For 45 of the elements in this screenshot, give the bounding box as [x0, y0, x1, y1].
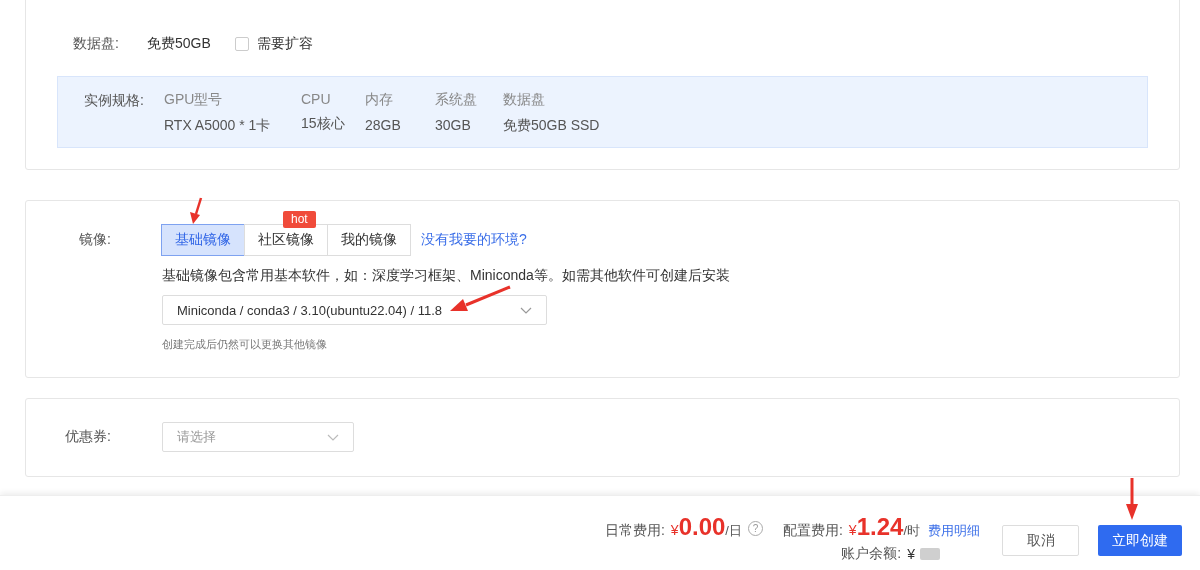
image-tab[interactable]: 社区镜像 [244, 224, 328, 256]
annotation-arrow [1126, 478, 1138, 520]
currency-sign: ¥ [907, 546, 915, 562]
help-link[interactable]: 没有我要的环境? [421, 231, 527, 249]
price-amount: 0.00 [678, 513, 726, 541]
disk-size: 免费50GB [147, 35, 211, 53]
field-label: 优惠券: [64, 428, 111, 446]
chevron-icon [327, 433, 339, 441]
spec-value: 免费50GB SSD [503, 117, 600, 135]
spec-heading: 内存 [365, 91, 394, 109]
spec-heading: 系统盘 [435, 91, 478, 109]
coupon-select[interactable]: 请选择 [162, 422, 354, 452]
cancel-button[interactable]: 取消 [1002, 525, 1079, 556]
description-text: 基础镜像包含常用基本软件，如：深度学习框架、Miniconda等。如需其他软件可创建后安装 [162, 267, 730, 285]
balance-label: 账户余额: [841, 545, 902, 563]
hot-badge: hot [283, 211, 316, 228]
annotation-arrow [450, 285, 511, 311]
price-unit: /日 [725, 523, 742, 540]
field-label: 数据盘: [73, 35, 120, 53]
hint-text: 创建完成后仍然可以更换其他镜像 [162, 337, 327, 352]
details-link[interactable]: 费用明细 [928, 522, 980, 540]
create-button[interactable]: 立即创建 [1098, 525, 1182, 556]
spec-value: RTX A5000 * 1卡 [164, 117, 272, 135]
spec-value: 15核心 [301, 115, 346, 133]
checkbox[interactable] [234, 37, 249, 51]
spec-value: 30GB [435, 117, 472, 133]
price-label: 日常费用: [604, 522, 665, 540]
price-label: 配置费用: [782, 522, 843, 540]
spec-heading: GPU型号 [164, 91, 224, 109]
price-amount: 1.24 [856, 513, 904, 541]
image-select[interactable]: Miniconda / conda3 / 3.10(ubuntu22.04) / 11.8 [162, 295, 547, 325]
currency-sign: ¥ [848, 522, 857, 538]
field-label: 镜像: [78, 231, 111, 249]
currency-sign: ¥ [670, 522, 679, 538]
redacted-mark [920, 548, 940, 560]
spec-heading: CPU [301, 91, 332, 107]
image-tab[interactable]: 基础镜像 [161, 224, 245, 256]
checkbox-label[interactable]: 需要扩容 [256, 35, 313, 53]
chevron-icon [520, 306, 532, 314]
spec-value: 28GB [365, 117, 402, 133]
spec-label: 实例规格: [84, 91, 145, 110]
image-tab[interactable]: 我的镜像 [327, 224, 411, 256]
price-unit: /时 [903, 523, 920, 540]
annotation-arrow [190, 197, 203, 224]
spec-heading: 数据盘 [503, 91, 546, 109]
